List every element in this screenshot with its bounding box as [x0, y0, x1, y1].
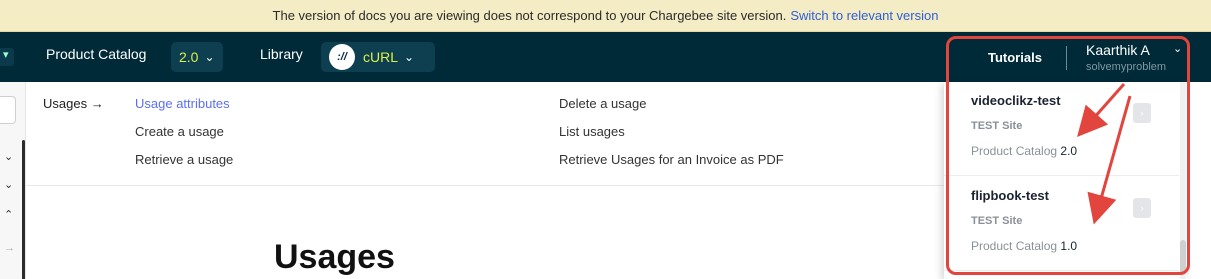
chevron-up-icon[interactable]: ⌃ — [4, 208, 13, 221]
nav-divider — [1066, 46, 1067, 70]
chevron-down-icon: ⌄ — [404, 50, 415, 64]
site-name: videoclikz-test — [971, 93, 1061, 108]
product-catalog-label: Product Catalog — [46, 46, 147, 62]
site-catalog-label: Product Catalog — [971, 144, 1058, 158]
submenu-link-retrieve-usages-pdf[interactable]: Retrieve Usages for an Invoice as PDF — [559, 152, 784, 167]
site-item[interactable]: flipbook-test TEST Site Product Catalog … — [944, 177, 1179, 271]
chevron-down-icon[interactable]: ⌄ — [4, 178, 13, 191]
product-catalog-version: 2.0 — [179, 49, 199, 65]
site-type: TEST Site — [971, 120, 1023, 132]
site-name: flipbook-test — [971, 188, 1049, 203]
site-switcher-panel: videoclikz-test TEST Site Product Catalo… — [944, 82, 1187, 279]
user-name[interactable]: Kaarthik A — [1086, 42, 1150, 58]
product-catalog-version-dropdown[interactable]: 2.0 ⌄ — [171, 42, 223, 72]
panel-scrollbar[interactable] — [1180, 82, 1186, 279]
left-sidebar: ⌄ ⌄ ⌃ → — [0, 82, 26, 279]
chevron-down-icon: ⌄ — [204, 50, 215, 64]
switch-version-link[interactable]: Switch to relevant version — [790, 8, 938, 23]
arrow-right-icon[interactable]: → — [4, 242, 15, 254]
page-title: Usages — [274, 238, 395, 276]
sidebar-scrollbar[interactable] — [22, 140, 25, 279]
banner-message: The version of docs you are viewing does… — [272, 8, 787, 23]
sidebar-toggle[interactable] — [0, 48, 14, 66]
library-value: cURL — [363, 49, 399, 65]
site-catalog: Product Catalog 1.0 — [971, 239, 1077, 253]
panel-scrollbar-thumb[interactable] — [1180, 240, 1186, 274]
chevron-down-icon[interactable]: ⌄ — [1173, 42, 1182, 55]
submenu-link-create-usage[interactable]: Create a usage — [135, 124, 224, 139]
submenu-link-delete-usage[interactable]: Delete a usage — [559, 96, 646, 111]
site-type: TEST Site — [971, 215, 1023, 227]
submenu-link-list-usages[interactable]: List usages — [559, 124, 625, 139]
sidebar-search-input[interactable] — [0, 96, 16, 124]
curl-logo-icon: :// — [329, 44, 355, 70]
usages-submenu: Usages → Usage attributes Create a usage… — [26, 82, 946, 186]
site-catalog: Product Catalog 2.0 — [971, 144, 1077, 158]
user-site-name: solvemyproblem — [1086, 61, 1167, 73]
library-label: Library — [260, 46, 303, 62]
tutorials-link[interactable]: Tutorials — [988, 50, 1042, 65]
library-dropdown[interactable]: :// cURL ⌄ — [321, 42, 435, 72]
chevron-down-icon[interactable]: ⌄ — [4, 150, 13, 163]
submenu-title: Usages → — [43, 96, 104, 111]
site-open-button[interactable]: › — [1133, 103, 1151, 123]
site-catalog-version: 2.0 — [1060, 144, 1078, 158]
site-catalog-version: 1.0 — [1060, 239, 1078, 253]
site-item[interactable]: videoclikz-test TEST Site Product Catalo… — [944, 82, 1179, 176]
submenu-link-usage-attributes[interactable]: Usage attributes — [135, 96, 230, 111]
site-open-button[interactable]: › — [1133, 198, 1151, 218]
submenu-link-retrieve-usage[interactable]: Retrieve a usage — [135, 152, 233, 167]
version-banner: The version of docs you are viewing does… — [0, 0, 1211, 32]
site-catalog-label: Product Catalog — [971, 239, 1058, 253]
